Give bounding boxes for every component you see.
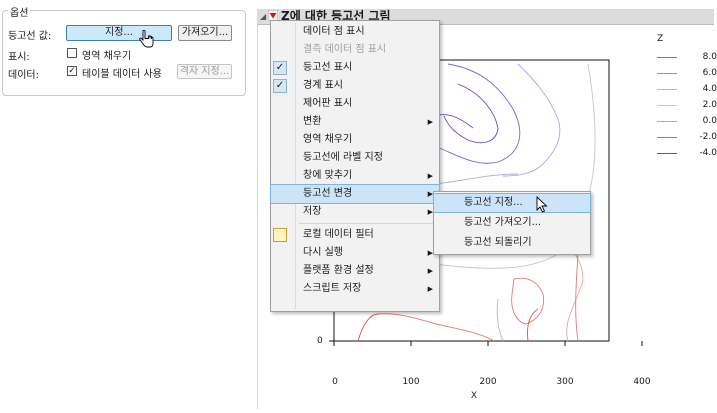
options-group-title: 옵션 xyxy=(8,4,31,19)
use-table-data-label: 테이블 데이터 사용 xyxy=(82,69,162,80)
legend-swatch xyxy=(657,153,677,154)
contour-line-lightblue-2 xyxy=(433,173,519,185)
legend-swatch xyxy=(657,57,677,58)
menu-item[interactable]: 등고선에 라벨 지정 xyxy=(271,149,439,167)
disclosure-triangle-icon[interactable]: ◢ xyxy=(260,12,266,21)
contour-line-lightblue-1 xyxy=(502,63,561,177)
menu-item-label: 스크립트 저장 xyxy=(303,283,362,294)
menu-item-label: 로컬 데이터 필터 xyxy=(303,229,374,240)
change-contour-submenu: 등고선 지정... 등고선 가져오기... 등고선 되돌리기 xyxy=(433,191,591,255)
legend-value: 6.0 xyxy=(702,68,717,78)
legend-swatch xyxy=(657,105,677,106)
legend-value: -2.0 xyxy=(699,132,717,142)
legend-value: 0.0 xyxy=(702,116,717,126)
menu-item[interactable]: 다시 실행 ▶ xyxy=(271,244,439,262)
submenu-arrow-icon: ▶ xyxy=(427,118,433,126)
x-tick-label: 400 xyxy=(633,377,651,387)
contour-line-red-3 xyxy=(527,308,539,342)
menu-item-label: 창에 맞추기 xyxy=(303,170,353,181)
menu-item[interactable]: 스크립트 저장 ▶ xyxy=(271,280,439,298)
display-label: 표시: xyxy=(8,52,30,63)
checkmark-icon: ✓ xyxy=(273,79,287,93)
menu-item[interactable]: 저장 ▶ xyxy=(271,203,439,221)
menu-item[interactable]: 등고선 변경 ▶ xyxy=(270,184,440,204)
submenu-item-label: 등고선 가져오기... xyxy=(464,217,542,228)
submenu-arrow-icon: ▶ xyxy=(427,285,433,293)
menu-item[interactable]: 변환 ▶ xyxy=(271,113,439,131)
legend-title: Z xyxy=(657,34,664,44)
menu-item-label: 결측 데이터 점 표시 xyxy=(303,44,387,55)
contour-line-blue-2 xyxy=(443,83,499,144)
contour-line-red-1 xyxy=(511,277,545,325)
submenu-item-label: 등고선 되돌리기 xyxy=(464,237,532,248)
menu-item[interactable]: 로컬 데이터 필터 xyxy=(271,226,439,244)
x-tick-label: 0 xyxy=(332,377,338,387)
x-tick-label: 300 xyxy=(556,377,574,387)
menu-item[interactable]: 영역 채우기 xyxy=(271,131,439,149)
menu-item[interactable]: 플랫폼 환경 설정 ▶ xyxy=(271,262,439,280)
menu-item-label: 영역 채우기 xyxy=(303,134,353,145)
menu-item-label: 등고선 변경 xyxy=(303,188,353,199)
menu-item-label: 경계 표시 xyxy=(303,80,343,91)
x-axis-title: X xyxy=(470,391,478,401)
fill-areas-checkbox[interactable] xyxy=(67,48,77,58)
legend-value: -4.0 xyxy=(699,148,717,158)
submenu-item[interactable]: 등고선 가져오기... xyxy=(434,214,590,232)
contour-line-blue-1 xyxy=(431,63,521,164)
contour-line-red-4 xyxy=(377,313,495,342)
legend-value: 8.0 xyxy=(702,52,717,62)
hand-cursor-icon xyxy=(139,30,154,48)
menu-item[interactable]: ✓ 등고선 표시 xyxy=(271,59,439,77)
use-table-data-checkbox[interactable]: ✓ xyxy=(67,66,77,76)
contour-values-label: 등고선 값: xyxy=(8,31,52,42)
x-tick-label: 100 xyxy=(402,377,420,387)
menu-item[interactable]: 결측 데이터 점 표시 xyxy=(271,41,439,59)
arrow-cursor-icon xyxy=(536,196,548,213)
menu-item[interactable]: 데이터 점 표시 xyxy=(271,23,439,41)
submenu-arrow-icon: ▶ xyxy=(427,267,433,275)
checkmark-icon: ✓ xyxy=(273,61,287,75)
menu-item-label: 등고선 표시 xyxy=(303,62,353,73)
menu-item-label: 등고선에 라벨 지정 xyxy=(303,152,383,163)
menu-item[interactable]: 제어판 표시 xyxy=(271,95,439,113)
grid-specify-button[interactable]: 격자 지정... xyxy=(177,64,232,79)
data-label: 데이터: xyxy=(8,70,39,81)
submenu-item[interactable]: 등고선 되돌리기 xyxy=(434,234,590,252)
legend-value: 4.0 xyxy=(702,84,717,94)
menu-separator xyxy=(299,223,435,224)
legend-swatch xyxy=(657,121,677,122)
local-data-filter-icon xyxy=(273,228,287,242)
legend-value: 2.0 xyxy=(702,100,717,110)
menu-item-label: 데이터 점 표시 xyxy=(303,26,365,37)
menu-item-label: 다시 실행 xyxy=(303,247,343,258)
submenu-item[interactable]: 등고선 지정... xyxy=(433,193,591,213)
legend-swatch xyxy=(657,73,677,74)
menu-item-label: 저장 xyxy=(303,206,322,217)
contour-line-red-5 xyxy=(357,313,379,342)
x-tick-label: 200 xyxy=(479,377,497,387)
retrieve-button[interactable]: 가져오기... xyxy=(178,25,232,41)
specify-button[interactable]: 지정... xyxy=(66,25,172,41)
menu-item-label: 제어판 표시 xyxy=(303,98,353,109)
legend-swatch xyxy=(657,137,677,138)
menu-item[interactable]: ✓ 경계 표시 xyxy=(271,77,439,95)
y-tick-label: 0 xyxy=(317,336,323,346)
submenu-item-label: 등고선 지정... xyxy=(464,197,523,208)
contour-line-pink-2 xyxy=(496,298,504,342)
menu-item[interactable]: 창에 맞추기 ▶ xyxy=(271,167,439,185)
legend-swatch xyxy=(657,89,677,90)
fill-areas-label: 영역 채우기 xyxy=(82,51,132,62)
menu-item-label: 플랫폼 환경 설정 xyxy=(303,265,374,276)
context-menu: 데이터 점 표시결측 데이터 점 표시 ✓ 등고선 표시 ✓ 경계 표시제어판 표시변환… xyxy=(270,20,440,312)
submenu-arrow-icon: ▶ xyxy=(427,172,433,180)
menu-item-label: 변환 xyxy=(303,116,322,127)
